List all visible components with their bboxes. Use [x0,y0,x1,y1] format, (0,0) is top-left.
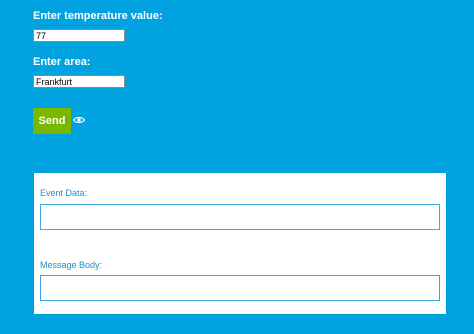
message-body-label: Message Body: [40,260,103,270]
eye-icon[interactable] [73,115,85,125]
send-button[interactable]: Send [33,108,71,134]
area-input[interactable] [33,75,125,88]
area-label: Enter area: [33,56,91,68]
output-panel: Event Data: Message Body: [34,173,446,314]
temperature-input[interactable] [33,29,125,42]
message-body-field[interactable] [40,275,440,301]
event-data-label: Event Data: [40,188,88,198]
event-data-field[interactable] [40,204,440,230]
temperature-label: Enter temperature value: [33,10,163,22]
